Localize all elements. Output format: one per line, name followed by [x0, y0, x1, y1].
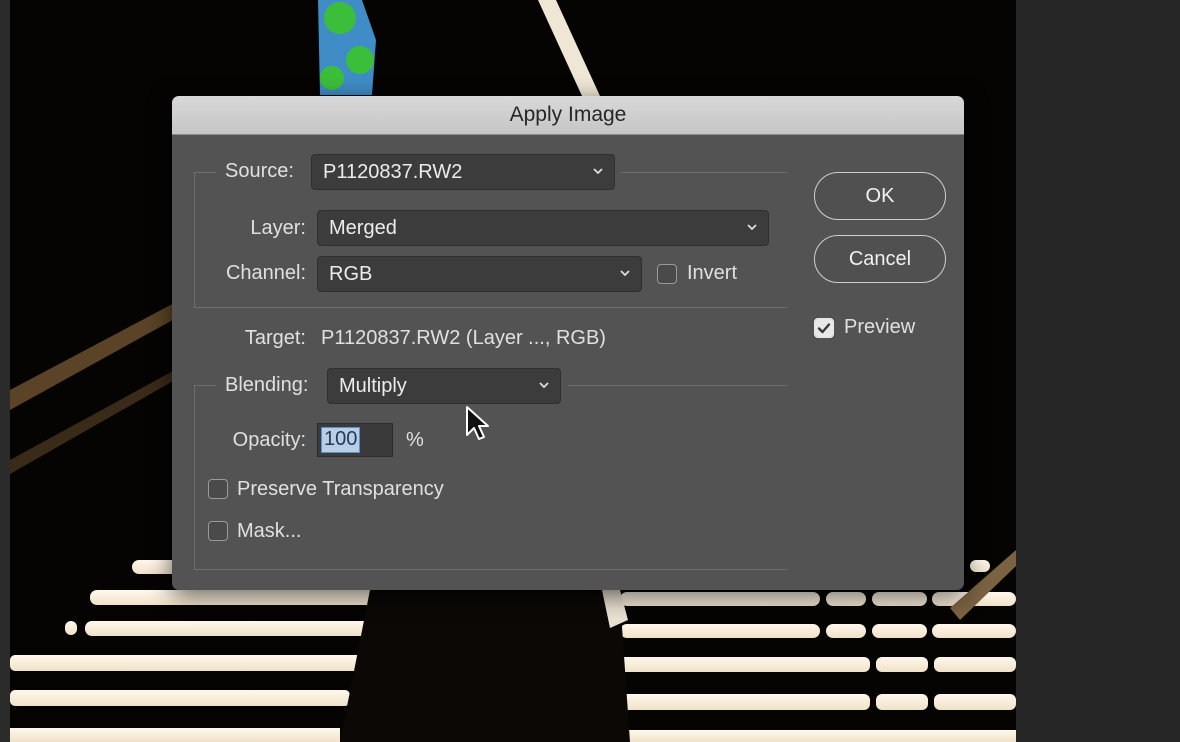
dialog-title: Apply Image — [509, 103, 627, 126]
cancel-button[interactable]: Cancel — [814, 235, 946, 283]
mask-label[interactable]: Mask... — [237, 520, 301, 543]
source-group-frame-top-right — [621, 172, 787, 173]
source-group-frame-top-left — [194, 172, 216, 173]
source-group-frame-left — [194, 172, 195, 308]
source-select[interactable]: P1120837.RW2 — [311, 154, 615, 190]
opacity-value: 100 — [321, 427, 361, 453]
source-value: P1120837.RW2 — [323, 160, 463, 183]
preview-checkbox[interactable] — [814, 318, 834, 338]
preserve-transparency-checkbox[interactable] — [208, 479, 228, 499]
left-edge-strip — [0, 0, 10, 742]
invert-label[interactable]: Invert — [687, 262, 737, 285]
chevron-down-icon — [539, 382, 549, 389]
channel-label: Channel: — [225, 262, 306, 284]
target-label: Target: — [244, 327, 306, 349]
chevron-down-icon — [593, 168, 603, 175]
chevron-down-icon — [620, 270, 630, 277]
blending-label: Blending: — [225, 374, 309, 396]
preview-label[interactable]: Preview — [844, 316, 915, 339]
blending-group-frame-bottom — [194, 569, 787, 570]
blending-group-frame-top-right — [568, 385, 787, 386]
ok-button-label: OK — [865, 184, 895, 207]
channel-select[interactable]: RGB — [317, 256, 642, 292]
blending-select[interactable]: Multiply — [327, 368, 561, 404]
chevron-down-icon — [747, 224, 757, 231]
checkmark-icon — [817, 323, 831, 334]
blending-group-frame-top-left — [194, 385, 216, 386]
opacity-label: Opacity: — [232, 429, 306, 451]
cancel-button-label: Cancel — [848, 247, 912, 270]
ok-button[interactable]: OK — [814, 172, 946, 220]
right-side-panel — [1016, 0, 1180, 742]
layer-value: Merged — [329, 216, 397, 239]
preserve-transparency-label[interactable]: Preserve Transparency — [237, 478, 444, 501]
opacity-unit: % — [406, 429, 424, 451]
apply-image-dialog: Apply Image Source: P1120837.RW2 Layer: … — [172, 96, 964, 590]
mouse-pointer-icon — [466, 406, 489, 440]
source-label: Source: — [225, 160, 294, 182]
mask-checkbox[interactable] — [208, 521, 228, 541]
layer-label: Layer: — [250, 217, 306, 239]
opacity-input[interactable]: 100 — [317, 423, 393, 457]
blending-group-frame-left — [194, 385, 195, 570]
source-group-frame-bottom — [194, 307, 787, 308]
invert-checkbox[interactable] — [657, 264, 677, 284]
blending-value: Multiply — [339, 374, 407, 397]
target-value: P1120837.RW2 (Layer ..., RGB) — [321, 327, 606, 349]
channel-value: RGB — [329, 262, 373, 285]
dialog-titlebar[interactable]: Apply Image — [172, 96, 964, 135]
layer-select[interactable]: Merged — [317, 210, 769, 246]
